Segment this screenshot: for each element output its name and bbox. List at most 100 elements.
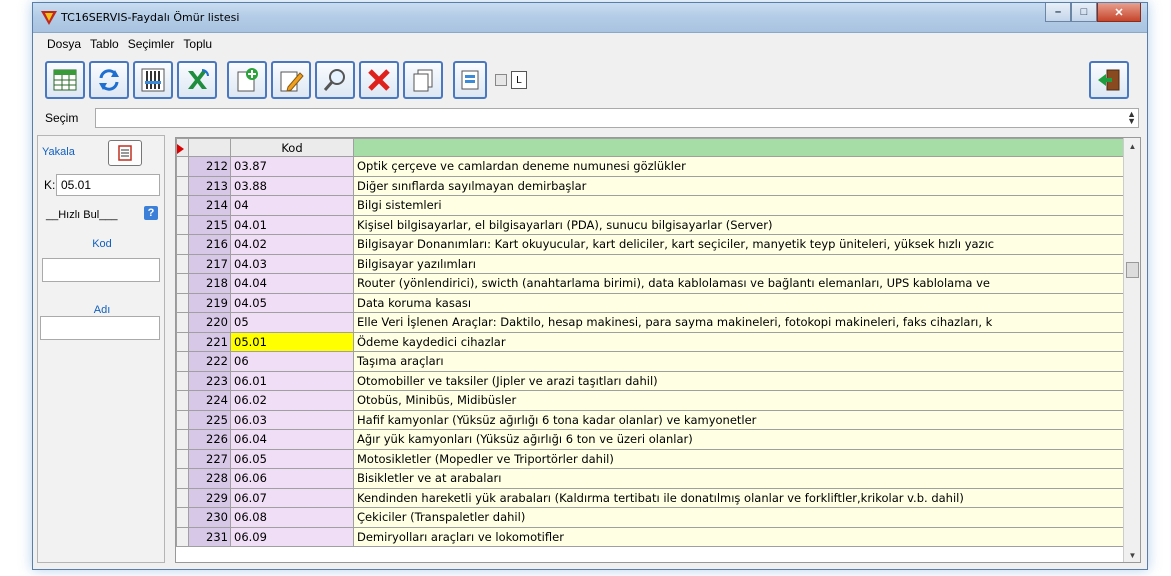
description-cell[interactable]: Taşıma araçları xyxy=(353,351,1124,372)
kod-cell[interactable]: 06.06 xyxy=(230,468,354,489)
edit-button[interactable] xyxy=(271,61,311,99)
row-indicator[interactable] xyxy=(176,273,189,294)
kod-cell[interactable]: 06.07 xyxy=(230,487,354,508)
row-indicator[interactable] xyxy=(176,214,189,235)
row-indicator[interactable] xyxy=(176,292,189,313)
description-cell[interactable]: Bisikletler ve at arabaları xyxy=(353,468,1124,489)
table-row[interactable]: 215 04.01 Kişisel bilgisayarlar, el bilgis… xyxy=(176,214,1124,235)
table-row[interactable]: 228 06.06 Bisikletler ve at arabaları xyxy=(176,468,1124,489)
minimize-button[interactable]: – xyxy=(1045,3,1071,22)
kod-cell[interactable]: 04.01 xyxy=(230,214,354,235)
kod-cell[interactable]: 06.01 xyxy=(230,370,354,391)
close-button[interactable]: ✕ xyxy=(1097,3,1141,22)
table-row[interactable]: 222 06 Taşıma araçları xyxy=(176,351,1124,372)
menu-toplu[interactable]: Toplu xyxy=(183,37,212,51)
row-indicator[interactable] xyxy=(176,351,189,372)
table-view-button[interactable] xyxy=(45,61,85,99)
kod-cell[interactable]: 06.08 xyxy=(230,507,354,528)
kod-search-input[interactable] xyxy=(42,258,160,282)
kod-cell[interactable]: 04.05 xyxy=(230,292,354,313)
table-row[interactable]: 216 04.02 Bilgisayar Donanımları: Kart oku… xyxy=(176,234,1124,255)
row-number[interactable]: 226 xyxy=(188,429,231,450)
description-cell[interactable]: Router (yönlendirici), swicth (anahtarla… xyxy=(353,273,1124,294)
table-row[interactable]: 229 06.07 Kendinden hareketli yük arabalar… xyxy=(176,487,1124,508)
row-number[interactable]: 213 xyxy=(188,175,231,196)
maximize-button[interactable]: □ xyxy=(1071,3,1097,22)
kod-cell[interactable]: 06.04 xyxy=(230,429,354,450)
row-number[interactable]: 218 xyxy=(188,273,231,294)
l-button[interactable]: L xyxy=(511,71,527,89)
table-row[interactable]: 214 04 Bilgi sistemleri xyxy=(176,195,1124,216)
scroll-button[interactable] xyxy=(453,61,487,99)
scroll-thumb[interactable] xyxy=(1126,262,1139,278)
menu-dosya[interactable]: Dosya xyxy=(47,37,81,51)
new-record-button[interactable] xyxy=(227,61,267,99)
exit-button[interactable] xyxy=(1089,61,1129,99)
num-header[interactable] xyxy=(188,138,231,157)
delete-button[interactable] xyxy=(359,61,399,99)
kod-cell[interactable]: 06.03 xyxy=(230,409,354,430)
spinner-icon[interactable]: ▲ ▼ xyxy=(1127,110,1136,126)
kod-cell[interactable]: 06 xyxy=(230,351,354,372)
table-row[interactable]: 226 06.04 Ağır yük kamyonları (Yüksüz ağır… xyxy=(176,429,1124,450)
row-number[interactable]: 222 xyxy=(188,351,231,372)
row-number[interactable]: 230 xyxy=(188,507,231,528)
kod-header[interactable]: Kod xyxy=(230,138,354,157)
kod-cell[interactable]: 06.09 xyxy=(230,526,354,547)
description-cell[interactable]: Hafif kamyonlar (Yüksüz ağırlığı 6 tona … xyxy=(353,409,1124,430)
description-cell[interactable]: Bilgisayar Donanımları: Kart okuyucular,… xyxy=(353,234,1124,255)
menu-tablo[interactable]: Tablo xyxy=(90,37,119,51)
row-number[interactable]: 225 xyxy=(188,409,231,430)
row-number[interactable]: 215 xyxy=(188,214,231,235)
description-cell[interactable]: Kendinden hareketli yük arabaları (Kaldı… xyxy=(353,487,1124,508)
row-indicator[interactable] xyxy=(176,448,189,469)
table-row[interactable]: 230 06.08 Çekiciler (Transpaletler dahil) xyxy=(176,507,1124,528)
row-number[interactable]: 231 xyxy=(188,526,231,547)
row-indicator[interactable] xyxy=(176,429,189,450)
row-number[interactable]: 223 xyxy=(188,370,231,391)
kod-cell[interactable]: 04.02 xyxy=(230,234,354,255)
table-row[interactable]: 218 04.04 Router (yönlendirici), swicth (a… xyxy=(176,273,1124,294)
row-number[interactable]: 221 xyxy=(188,331,231,352)
refresh-button[interactable] xyxy=(89,61,129,99)
row-indicator[interactable] xyxy=(176,175,189,196)
excel-export-button[interactable] xyxy=(177,61,217,99)
table-row[interactable]: 221 05.01 Ödeme kaydedici cihazlar xyxy=(176,331,1124,352)
kod-cell[interactable]: 04.03 xyxy=(230,253,354,274)
row-indicator[interactable] xyxy=(176,234,189,255)
k-input[interactable]: 05.01 xyxy=(56,174,160,196)
scroll-down-icon[interactable]: ▼ xyxy=(1124,551,1140,560)
table-row[interactable]: 231 06.09 Demiryolları araçları ve lokomot… xyxy=(176,526,1124,547)
kod-cell[interactable]: 04.04 xyxy=(230,273,354,294)
copy-button[interactable] xyxy=(403,61,443,99)
row-indicator[interactable] xyxy=(176,370,189,391)
description-cell[interactable]: Diğer sınıflarda sayılmayan demirbaşlar xyxy=(353,175,1124,196)
table-row[interactable]: 227 06.05 Motosikletler (Mopedler ve Tripo… xyxy=(176,448,1124,469)
description-cell[interactable]: Otobüs, Minibüs, Midibüsler xyxy=(353,390,1124,411)
secim-input[interactable]: ▲ ▼ xyxy=(95,108,1139,128)
description-cell[interactable]: Ağır yük kamyonları (Yüksüz ağırlığı 6 t… xyxy=(353,429,1124,450)
table-row[interactable]: 213 03.88 Diğer sınıflarda sayılmayan demi… xyxy=(176,175,1124,196)
description-cell[interactable]: Çekiciler (Transpaletler dahil) xyxy=(353,507,1124,528)
table-row[interactable]: 212 03.87 Optik çerçeve ve camlardan denem… xyxy=(176,156,1124,177)
table-row[interactable]: 224 06.02 Otobüs, Minibüs, Midibüsler xyxy=(176,390,1124,411)
table-row[interactable]: 225 06.03 Hafif kamyonlar (Yüksüz ağırlığı… xyxy=(176,409,1124,430)
adi-search-input[interactable] xyxy=(40,316,160,340)
kod-cell[interactable]: 03.88 xyxy=(230,175,354,196)
row-number[interactable]: 229 xyxy=(188,487,231,508)
description-cell[interactable]: Bilgi sistemleri xyxy=(353,195,1124,216)
description-cell[interactable]: Otomobiller ve taksiler (Jipler ve arazi… xyxy=(353,370,1124,391)
row-number[interactable]: 220 xyxy=(188,312,231,333)
description-cell[interactable]: Data koruma kasası xyxy=(353,292,1124,313)
row-indicator[interactable] xyxy=(176,507,189,528)
description-cell[interactable]: Kişisel bilgisayarlar, el bilgisayarları… xyxy=(353,214,1124,235)
row-indicator[interactable] xyxy=(176,312,189,333)
kod-cell[interactable]: 06.02 xyxy=(230,390,354,411)
row-indicator[interactable] xyxy=(176,195,189,216)
kod-cell[interactable]: 06.05 xyxy=(230,448,354,469)
search-button[interactable] xyxy=(315,61,355,99)
desc-header[interactable] xyxy=(353,138,1124,157)
vertical-scrollbar[interactable]: ▲ ▼ xyxy=(1123,138,1140,562)
row-indicator[interactable] xyxy=(176,468,189,489)
row-number[interactable]: 212 xyxy=(188,156,231,177)
